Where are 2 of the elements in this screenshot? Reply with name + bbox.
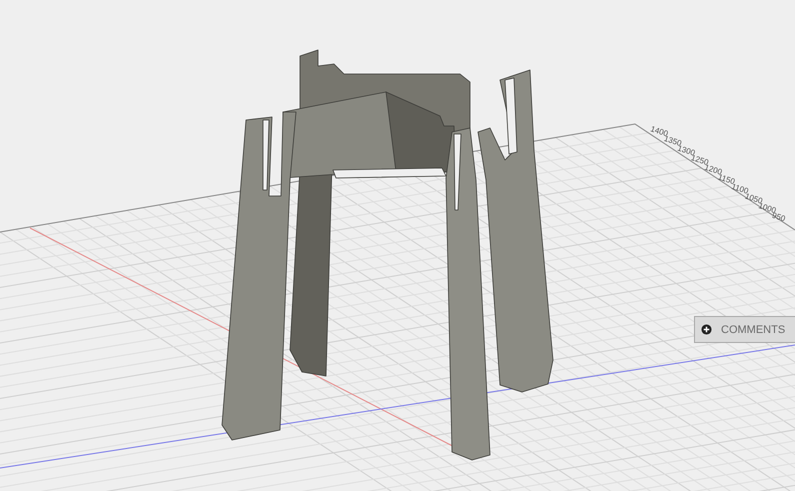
comments-panel[interactable]: COMMENTS <box>694 316 795 343</box>
plus-icon <box>701 324 712 335</box>
